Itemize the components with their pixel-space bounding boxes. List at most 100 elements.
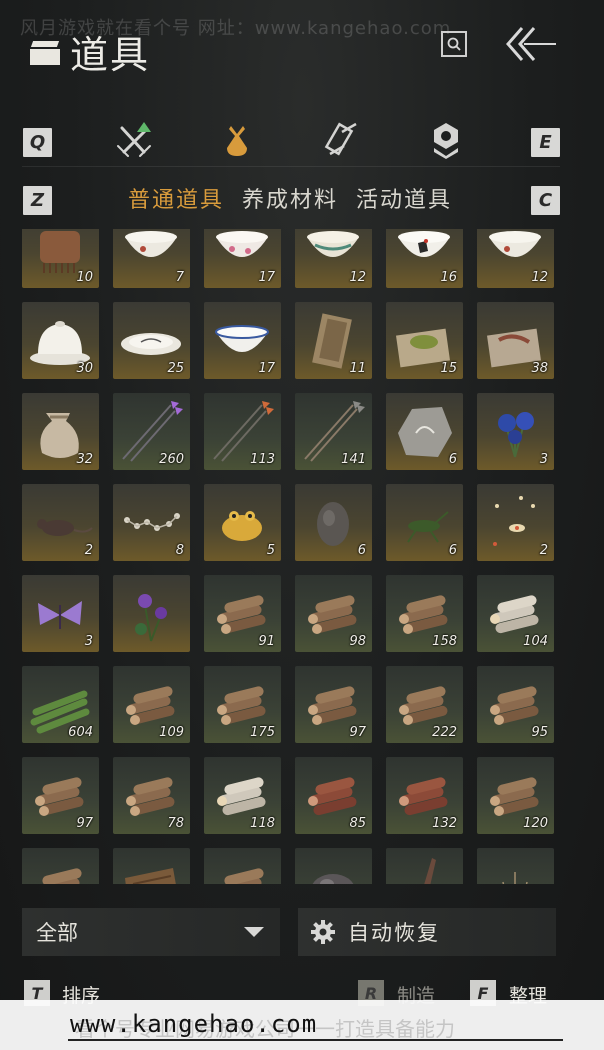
ore-icon	[312, 874, 354, 884]
inventory-slot[interactable]: 6	[386, 484, 463, 561]
gem-icon	[434, 123, 458, 159]
item-count: 158	[432, 634, 457, 649]
inventory-slot[interactable]: 109	[113, 666, 190, 743]
sub-tab-bar: 普通道具 养成材料 活动道具	[128, 182, 452, 214]
pouch-icon	[227, 126, 247, 156]
tab-cultivation-materials[interactable]: 养成材料	[242, 182, 338, 214]
inventory-slot[interactable]	[477, 848, 554, 884]
item-count: 10	[76, 270, 93, 285]
inventory-grid[interactable]: 10 7 17 12 16 12 30 25 17 11 15 38 32 260 113 141 6 3 2 8 5 6…	[22, 229, 562, 884]
search-button[interactable]	[441, 31, 467, 57]
item-count: 175	[250, 725, 275, 740]
inventory-slot[interactable]: 12	[295, 229, 372, 288]
key-hint-prev-category[interactable]: Q	[23, 128, 52, 157]
inventory-slot[interactable]: 32	[22, 393, 99, 470]
key-hint-next-subtab[interactable]: C	[531, 186, 560, 215]
inventory-slot[interactable]: 3	[477, 393, 554, 470]
inventory-slot[interactable]: 16	[386, 229, 463, 288]
inventory-slot[interactable]	[22, 848, 99, 884]
inventory-slot[interactable]: 6	[386, 393, 463, 470]
item-count: 6	[357, 543, 366, 558]
item-count: 3	[539, 452, 548, 467]
tab-items[interactable]	[217, 120, 257, 160]
inventory-slot[interactable]: 15	[386, 302, 463, 379]
inventory-slot[interactable]: 85	[295, 757, 372, 834]
item-count: 12	[349, 270, 366, 285]
inventory-slot[interactable]: 104	[477, 575, 554, 652]
item-count: 8	[175, 543, 184, 558]
inventory-slot[interactable]: 141	[295, 393, 372, 470]
inventory-slot[interactable]: 11	[295, 302, 372, 379]
inventory-slot[interactable]: 78	[113, 757, 190, 834]
inventory-slot[interactable]	[113, 575, 190, 652]
inventory-slot[interactable]: 5	[204, 484, 281, 561]
inventory-slot[interactable]: 120	[477, 757, 554, 834]
back-button[interactable]	[500, 24, 558, 64]
inventory-slot[interactable]: 2	[22, 484, 99, 561]
inventory-slot[interactable]: 98	[295, 575, 372, 652]
item-count: 5	[266, 543, 275, 558]
inventory-slot[interactable]: 260	[113, 393, 190, 470]
inventory-slot[interactable]: 12	[477, 229, 554, 288]
page-title: 道具	[70, 33, 151, 77]
item-count: 141	[341, 452, 366, 467]
filter-dropdown[interactable]: 全部	[22, 908, 280, 956]
item-count: 120	[523, 816, 548, 831]
inventory-slot[interactable]: 604	[22, 666, 99, 743]
inventory-slot[interactable]: 10	[22, 229, 99, 288]
inventory-slot[interactable]: 118	[204, 757, 281, 834]
item-count: 3	[84, 634, 93, 649]
item-count: 85	[349, 816, 366, 831]
item-count: 11	[349, 361, 366, 376]
inventory-slot[interactable]	[204, 848, 281, 884]
key-hint-prev-subtab[interactable]: Z	[23, 186, 52, 215]
inventory-slot[interactable]: 6	[295, 484, 372, 561]
inventory-slot[interactable]: 175	[204, 666, 281, 743]
item-count: 6	[448, 452, 457, 467]
inventory-slot[interactable]: 222	[386, 666, 463, 743]
inventory-slot[interactable]: 7	[113, 229, 190, 288]
inventory-slot[interactable]: 132	[386, 757, 463, 834]
tab-weapons[interactable]	[114, 120, 154, 160]
inventory-slot[interactable]: 8	[113, 484, 190, 561]
purple-flower-icon	[135, 594, 167, 642]
scroll-icon	[324, 122, 357, 156]
logs-icon	[218, 868, 264, 884]
new-badge-icon	[137, 122, 151, 132]
inventory-slot[interactable]	[113, 848, 190, 884]
inventory-slot[interactable]: 113	[204, 393, 281, 470]
item-count: 6	[448, 543, 457, 558]
key-hint-next-category[interactable]: E	[531, 128, 560, 157]
inventory-slot[interactable]: 95	[477, 666, 554, 743]
item-count: 38	[531, 361, 548, 376]
tab-scrolls[interactable]	[322, 120, 362, 160]
inventory-slot[interactable]: 2	[477, 484, 554, 561]
logs-icon	[36, 868, 82, 884]
inventory-slot[interactable]	[386, 848, 463, 884]
inventory-slot[interactable]: 91	[204, 575, 281, 652]
chest-icon	[28, 37, 64, 67]
inventory-slot[interactable]: 97	[22, 757, 99, 834]
tab-gems[interactable]	[426, 120, 466, 160]
inventory-slot[interactable]: 17	[204, 229, 281, 288]
item-count: 97	[349, 725, 366, 740]
gear-icon	[311, 920, 335, 944]
auto-restore-button[interactable]: 自动恢复	[298, 908, 556, 956]
auto-restore-label: 自动恢复	[348, 921, 440, 945]
inventory-slot[interactable]: 3	[22, 575, 99, 652]
inventory-slot[interactable]: 38	[477, 302, 554, 379]
tab-event-items[interactable]: 活动道具	[356, 182, 452, 214]
inventory-slot[interactable]: 25	[113, 302, 190, 379]
double-chevron-left-icon	[506, 27, 556, 61]
watermark-underline	[68, 1039, 563, 1041]
inventory-slot[interactable]: 17	[204, 302, 281, 379]
inventory-slot[interactable]: 158	[386, 575, 463, 652]
tab-common-items[interactable]: 普通道具	[128, 182, 224, 214]
watermark-url: www.kangehao.com	[70, 1010, 318, 1038]
inventory-slot[interactable]	[295, 848, 372, 884]
item-count: 17	[258, 361, 275, 376]
shell-icon	[502, 872, 528, 884]
inventory-slot[interactable]: 97	[295, 666, 372, 743]
item-count: 17	[258, 270, 275, 285]
inventory-slot[interactable]: 30	[22, 302, 99, 379]
